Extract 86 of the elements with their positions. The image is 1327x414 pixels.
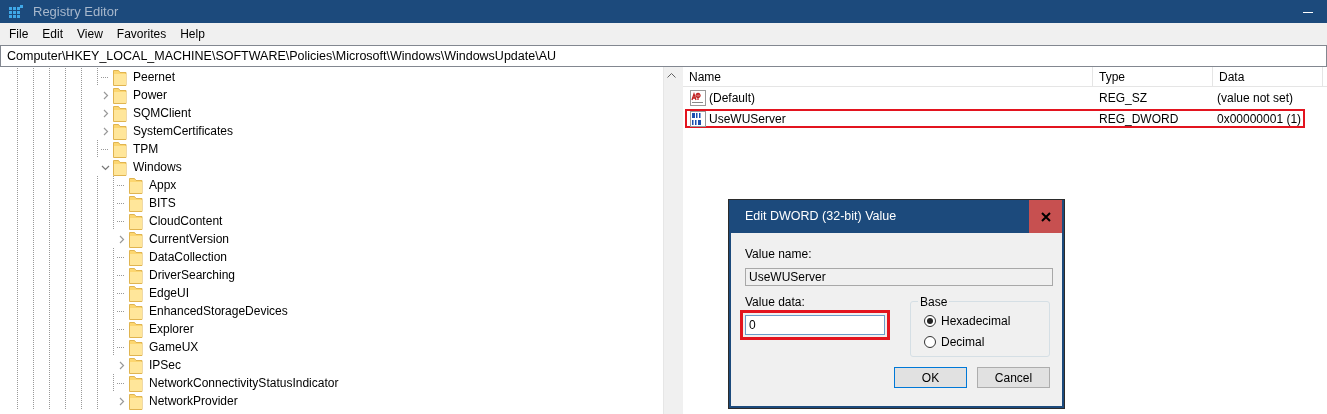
scrollbar[interactable]: [663, 67, 679, 414]
tree-item[interactable]: DataCollection: [143, 248, 228, 266]
tree-item[interactable]: SystemCertificates: [127, 122, 234, 140]
tree-item[interactable]: Power: [127, 86, 167, 104]
folder-icon: [113, 158, 127, 176]
binary-value-icon: [690, 110, 706, 127]
tree-item[interactable]: NetworkProvider: [143, 392, 238, 410]
folder-icon: [129, 284, 143, 302]
menu-item[interactable]: Favorites: [109, 25, 174, 43]
value-type: REG_DWORD: [1098, 110, 1180, 128]
folder-icon: [129, 320, 143, 338]
connector-icon: [117, 346, 125, 348]
folder-icon: [129, 374, 143, 392]
close-icon: [1040, 211, 1051, 222]
tree-item[interactable]: EdgeUI: [143, 284, 190, 302]
tree-item[interactable]: GameUX: [143, 338, 199, 356]
menu-item[interactable]: View: [70, 25, 110, 43]
connector-icon: [117, 274, 125, 276]
connector-icon: [117, 256, 125, 258]
value-name[interactable]: UseWUServer: [709, 109, 786, 128]
column-header[interactable]: Type: [1093, 67, 1213, 86]
tree-item[interactable]: EnhancedStorageDevices: [143, 302, 288, 320]
folder-icon: [113, 140, 127, 158]
folder-icon: [113, 68, 127, 86]
app-icon: [9, 4, 23, 19]
address-bar[interactable]: Computer\HKEY_LOCAL_MACHINE\SOFTWARE\Policies\Microsoft\Windows\WindowsUpdate\AU: [0, 45, 1327, 67]
ok-button[interactable]: OK: [894, 367, 967, 388]
menu-item[interactable]: File: [2, 25, 36, 43]
tree-item[interactable]: TPM: [127, 140, 159, 158]
dialog-title: Edit DWORD (32-bit) Value: [745, 208, 897, 226]
tree-item[interactable]: CloudContent: [143, 212, 223, 230]
column-header[interactable]: Data: [1213, 67, 1323, 86]
folder-icon: [129, 176, 143, 194]
scroll-up-icon: [667, 72, 676, 78]
folder-icon: [129, 392, 143, 410]
tree-item[interactable]: NetworkConnectivityStatusIndicator: [143, 374, 339, 392]
connector-icon: [117, 292, 125, 294]
value-name-field[interactable]: UseWUServer: [745, 268, 1053, 286]
connector-icon: [117, 382, 125, 384]
radio-button[interactable]: [924, 335, 936, 348]
folder-icon: [129, 248, 143, 266]
folder-icon: [113, 104, 127, 122]
folder-icon: [129, 194, 143, 212]
connector-icon: [101, 76, 109, 78]
menu-item[interactable]: Help: [173, 25, 212, 43]
folder-icon: [113, 86, 127, 104]
tree-item[interactable]: IPSec: [143, 356, 181, 374]
connector-icon: [117, 202, 125, 204]
radio-option[interactable]: Decimal: [924, 331, 1049, 352]
cancel-button[interactable]: Cancel: [977, 367, 1050, 388]
string-value-icon: [690, 89, 706, 106]
field-label: Value data:: [745, 294, 806, 311]
tree-item[interactable]: Peernet: [127, 68, 176, 86]
connector-icon: [117, 328, 125, 330]
connector-icon: [117, 184, 125, 186]
value-name[interactable]: (Default): [709, 88, 755, 107]
folder-icon: [129, 230, 143, 248]
tree-item[interactable]: Appx: [143, 176, 177, 194]
value-type: REG_SZ: [1098, 89, 1148, 107]
window-title: Registry Editor: [33, 2, 119, 21]
folder-icon: [129, 266, 143, 284]
connector-icon: [101, 148, 109, 150]
tree-item[interactable]: DriverSearching: [143, 266, 236, 284]
field-label: Value name:: [745, 246, 813, 263]
tree-item[interactable]: BITS: [143, 194, 176, 212]
tree-item[interactable]: CurrentVersion: [143, 230, 230, 248]
connector-icon: [117, 220, 125, 222]
folder-icon: [129, 338, 143, 356]
column-header[interactable]: Name: [683, 67, 1093, 86]
value-data: 0x00000001 (1): [1216, 110, 1302, 128]
tree-item[interactable]: SQMClient: [127, 104, 191, 122]
value-row[interactable]: UseWUServer REG_DWORD 0x00000001 (1): [685, 109, 1305, 128]
radio-button[interactable]: [924, 314, 936, 327]
radio-option[interactable]: Hexadecimal: [924, 310, 1049, 331]
folder-icon: [113, 122, 127, 140]
close-button[interactable]: [1029, 200, 1062, 233]
tree-item[interactable]: Explorer: [143, 320, 194, 338]
folder-icon: [129, 302, 143, 320]
folder-icon: [129, 356, 143, 374]
folder-icon: [129, 212, 143, 230]
menu-item[interactable]: Edit: [35, 25, 71, 43]
tree-item[interactable]: Windows: [127, 158, 182, 176]
value-data-field[interactable]: 0: [745, 315, 885, 335]
value-data: (value not set): [1216, 89, 1294, 107]
connector-icon: [117, 310, 125, 312]
value-row[interactable]: (Default) REG_SZ (value not set): [685, 88, 1305, 107]
